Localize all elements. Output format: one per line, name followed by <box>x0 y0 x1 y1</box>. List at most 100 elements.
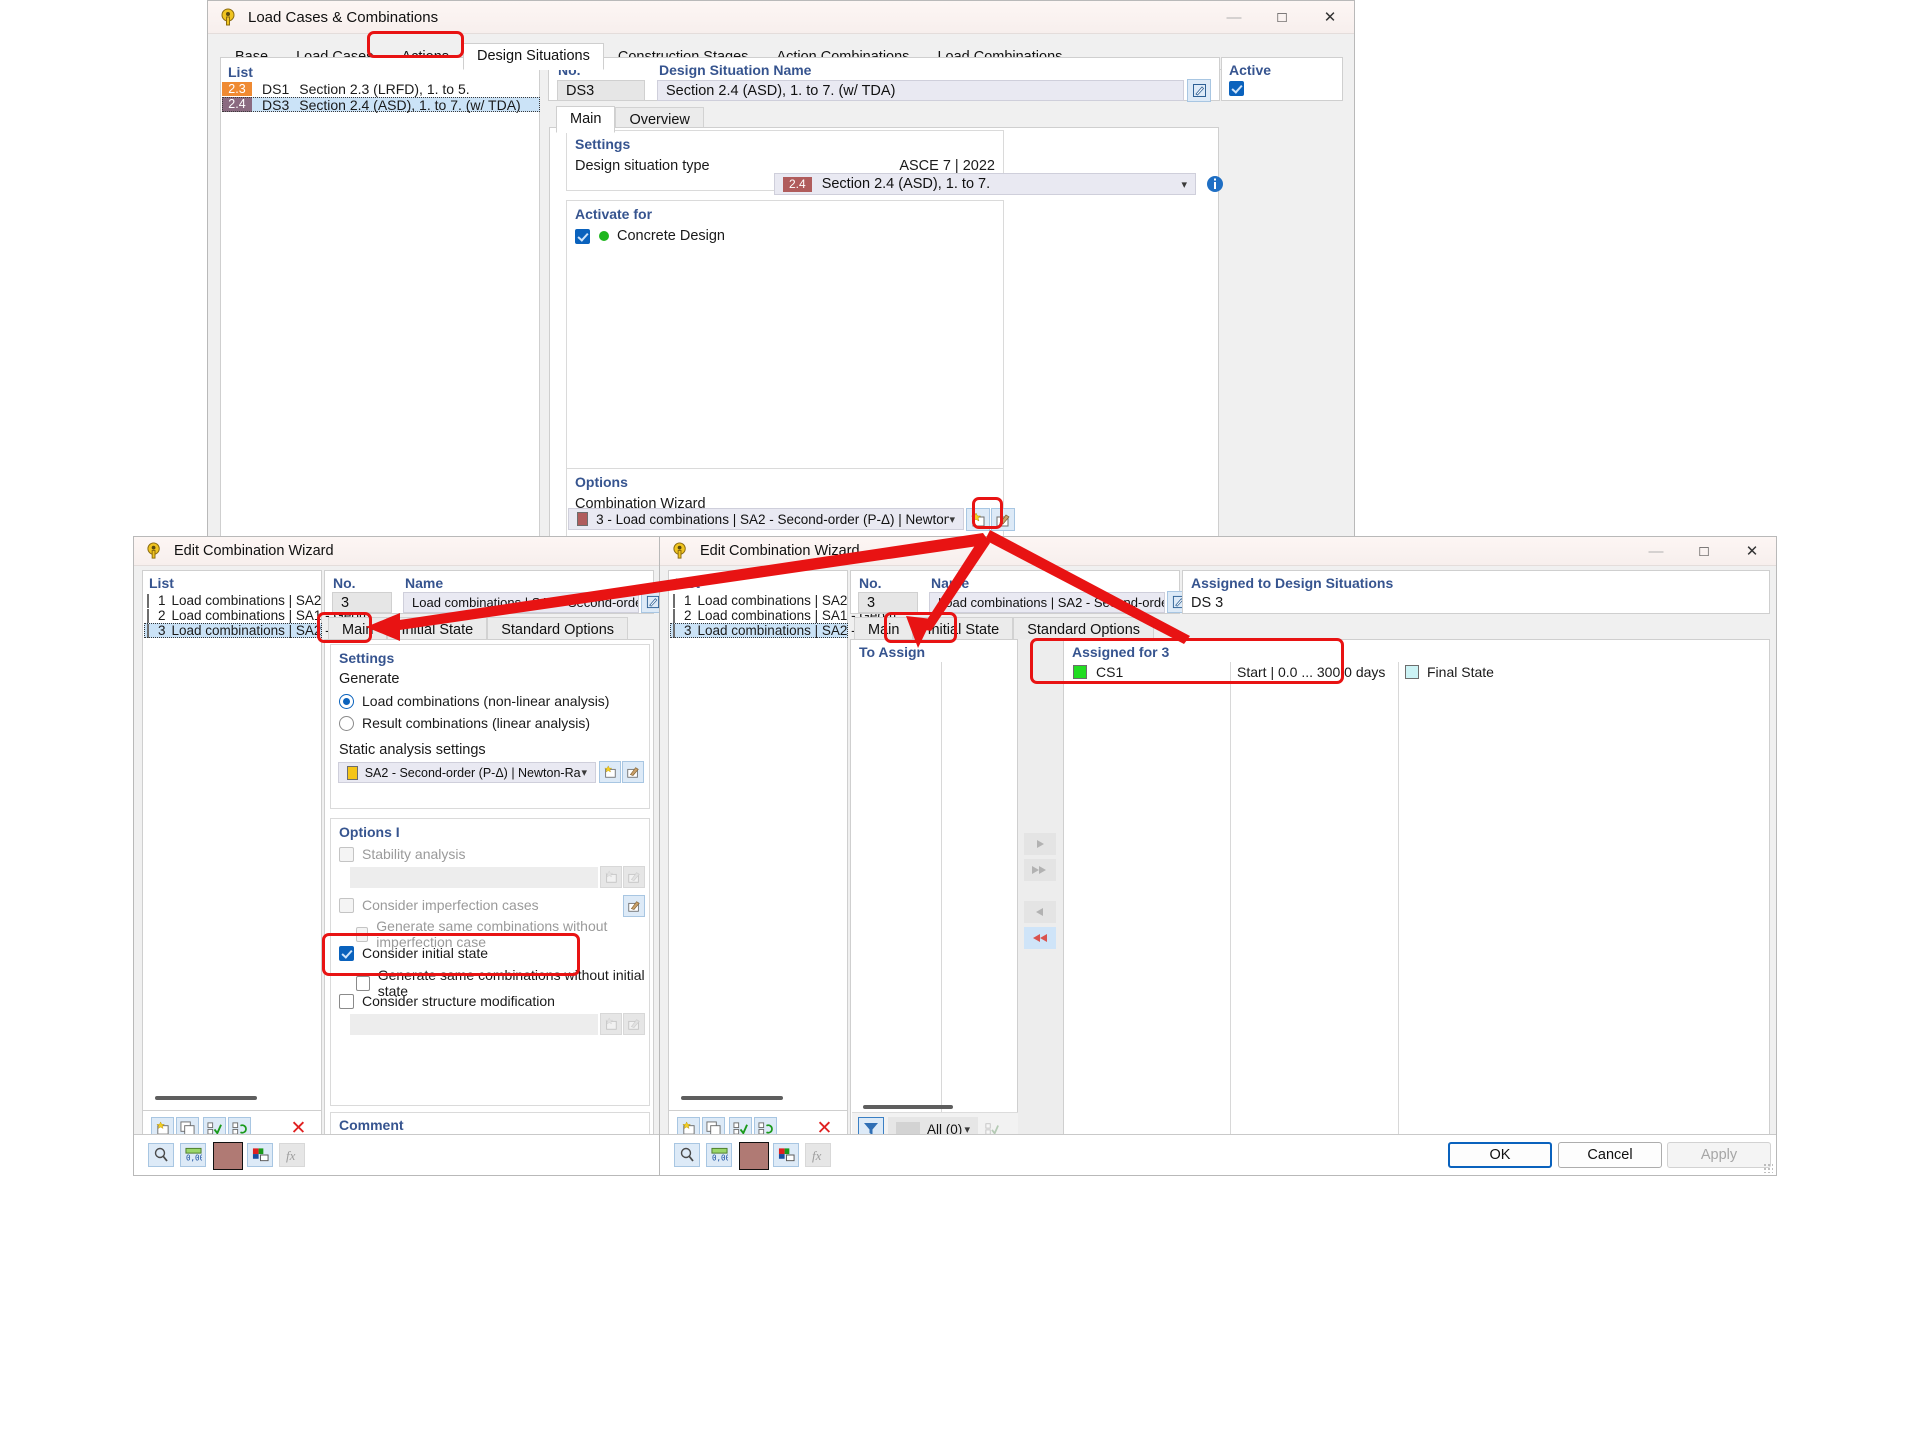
list-item[interactable]: 3 Load combinations | SA2 - Secon <box>144 623 372 638</box>
list-item[interactable]: 1 Load combinations | SA2 - Secon <box>144 593 372 608</box>
no-field: DS3 <box>557 80 645 101</box>
name-label: Design Situation Name <box>659 62 812 78</box>
concrete-design-checkbox[interactable] <box>575 228 590 244</box>
info-icon[interactable] <box>148 1143 174 1167</box>
active-label: Active <box>1229 62 1272 78</box>
cancel-button[interactable]: Cancel <box>1558 1142 1662 1168</box>
generate-without-initial-state-checkbox[interactable] <box>356 975 370 991</box>
svg-text:fx: fx <box>286 1148 296 1163</box>
chevron-down-icon[interactable]: ▾ <box>581 766 587 779</box>
render-icon[interactable] <box>247 1143 273 1167</box>
options-group: Options Combination Wizard <box>566 468 1004 546</box>
horizontal-scrollbar[interactable] <box>681 1096 783 1100</box>
row-color-swatch <box>147 623 149 638</box>
edit-imperfection-button[interactable] <box>623 895 645 917</box>
radio-icon[interactable] <box>339 693 354 709</box>
info-button[interactable] <box>1204 173 1226 195</box>
row-name: Section 2.4 (ASD), 1. to 7. (w/ TDA) <box>299 96 521 113</box>
apply-button[interactable]: Apply <box>1667 1142 1771 1168</box>
status-dot-icon <box>599 231 609 241</box>
list-item[interactable]: 3 Load combinations | SA2 - Secon <box>670 623 898 638</box>
close-icon[interactable]: ✕ <box>1728 537 1776 565</box>
design-situation-list-panel: List 2.3 DS1 Section 2.3 (LRFD), 1. to 5… <box>220 57 540 547</box>
design-situation-type-select[interactable]: 2.4 Section 2.4 (ASD), 1. to 7. ▾ <box>774 173 1196 195</box>
move-all-left-button[interactable] <box>1024 927 1056 949</box>
radio-result-combinations[interactable]: Result combinations (linear analysis) <box>339 715 590 731</box>
radio-load-combinations[interactable]: Load combinations (non-linear analysis) <box>339 693 609 709</box>
options-group-label: Options <box>575 474 628 490</box>
app-logo-icon <box>672 541 691 561</box>
chevron-down-icon[interactable]: ▾ <box>949 513 955 526</box>
row-no: DS3 <box>262 96 290 113</box>
maximize-icon[interactable]: □ <box>1680 537 1728 565</box>
stability-analysis-checkbox[interactable] <box>339 846 354 862</box>
row-badge: 2.4 <box>222 97 252 112</box>
option-consider-structure-modification[interactable]: Consider structure modification <box>339 993 555 1009</box>
close-icon[interactable]: ✕ <box>1306 1 1354 33</box>
edit-stability-button <box>623 866 645 888</box>
info-icon[interactable] <box>674 1143 700 1167</box>
list-item[interactable]: 1 Load combinations | SA2 - Secon <box>670 593 898 608</box>
minimize-icon[interactable]: — <box>1210 1 1258 33</box>
move-all-right-button[interactable] <box>1024 859 1056 881</box>
edit-combination-wizard-left-window: Edit Combination Wizard List 1 Load comb… <box>133 536 664 1176</box>
minimize-icon[interactable]: — <box>1632 537 1680 565</box>
app-logo-icon <box>220 8 239 27</box>
list-item[interactable]: 2 Load combinations | SA1 - Geom <box>144 608 370 623</box>
resize-grip[interactable] <box>1763 1163 1773 1173</box>
horizontal-scrollbar[interactable] <box>863 1105 953 1109</box>
option-consider-imperfection-cases[interactable]: Consider imperfection cases <box>339 897 539 913</box>
assigned-header: Assigned for 3 <box>1072 644 1170 660</box>
move-left-button[interactable] <box>1024 901 1056 923</box>
row-color-swatch <box>673 608 675 623</box>
wizard-right-no-label: No. <box>859 575 882 591</box>
consider-initial-state-checkbox[interactable] <box>339 945 354 961</box>
option-stability-analysis[interactable]: Stability analysis <box>339 846 466 862</box>
maximize-icon[interactable]: □ <box>1258 1 1306 33</box>
assigned-ds-label: Assigned to Design Situations <box>1191 575 1394 591</box>
new-combination-wizard-button[interactable] <box>966 508 990 531</box>
formula-icon: fx <box>805 1143 831 1167</box>
horizontal-scrollbar[interactable] <box>155 1096 257 1100</box>
design-situation-name-field[interactable]: Section 2.4 (ASD), 1. to 7. (w/ TDA) <box>657 80 1184 101</box>
table-row[interactable]: CS1 Start | 0.0 ... 300.0 days Final Sta… <box>1065 662 1770 681</box>
wizard-left-name-field[interactable]: Load combinations | SA2 - Second-order (… <box>403 592 639 613</box>
consider-imperfection-checkbox[interactable] <box>339 897 354 913</box>
table-row[interactable]: 2.3 DS1 Section 2.3 (LRFD), 1. to 5. <box>222 81 540 97</box>
render-icon[interactable] <box>773 1143 799 1167</box>
combination-wizard-select[interactable]: 3 - Load combinations | SA2 - Second-ord… <box>568 508 964 530</box>
table-row[interactable]: 2.4 DS3 Section 2.4 (ASD), 1. to 7. (w/ … <box>222 96 540 113</box>
edit-combination-wizard-button[interactable] <box>991 508 1015 531</box>
inner-tab-main[interactable]: Main <box>556 106 616 133</box>
active-checkbox[interactable] <box>1229 81 1244 96</box>
main-window-title: Load Cases & Combinations <box>248 8 439 26</box>
chevron-down-icon[interactable]: ▾ <box>1181 178 1187 191</box>
options-i-label: Options I <box>339 824 400 840</box>
edit-name-button[interactable] <box>1187 79 1211 102</box>
move-right-button[interactable] <box>1024 833 1056 855</box>
wizard-right-name-field[interactable]: Load combinations | SA2 - Second-order (… <box>929 592 1165 613</box>
ok-button[interactable]: OK <box>1448 1142 1552 1168</box>
option-consider-initial-state[interactable]: Consider initial state <box>339 945 488 961</box>
color-icon[interactable] <box>213 1142 243 1170</box>
row-color-swatch <box>1073 664 1087 679</box>
main-settings-panel: Settings Design situation type ASCE 7 | … <box>549 127 1223 547</box>
new-static-analysis-button[interactable] <box>599 761 621 783</box>
tab-design-situations[interactable]: Design Situations <box>463 43 604 70</box>
edit-static-analysis-button[interactable] <box>622 761 644 783</box>
consider-structure-modification-checkbox[interactable] <box>339 993 354 1009</box>
activate-item[interactable]: Concrete Design <box>575 228 725 244</box>
units-icon[interactable]: 0,00 <box>180 1143 206 1167</box>
units-icon[interactable]: 0,00 <box>706 1143 732 1167</box>
row-color-swatch <box>147 593 149 608</box>
wizard-left-no-field: 3 <box>332 592 392 613</box>
wizard-left-settings-group: Settings Generate Load combinations (non… <box>330 644 650 809</box>
generate-without-imperfection-checkbox[interactable] <box>356 926 369 942</box>
static-analysis-select[interactable]: SA2 - Second-order (P-Δ) | Newton-Raphso… <box>338 762 596 783</box>
radio-icon[interactable] <box>339 715 354 731</box>
radio-label: Load combinations (non-linear analysis) <box>362 693 610 709</box>
standard-label: ASCE 7 | 2022 <box>899 158 995 174</box>
wizard-left-options-group: Options I Stability analysis Consider im… <box>330 818 650 1106</box>
color-icon[interactable] <box>739 1142 769 1170</box>
list-item[interactable]: 2 Load combinations | SA1 - Geom <box>670 608 896 623</box>
